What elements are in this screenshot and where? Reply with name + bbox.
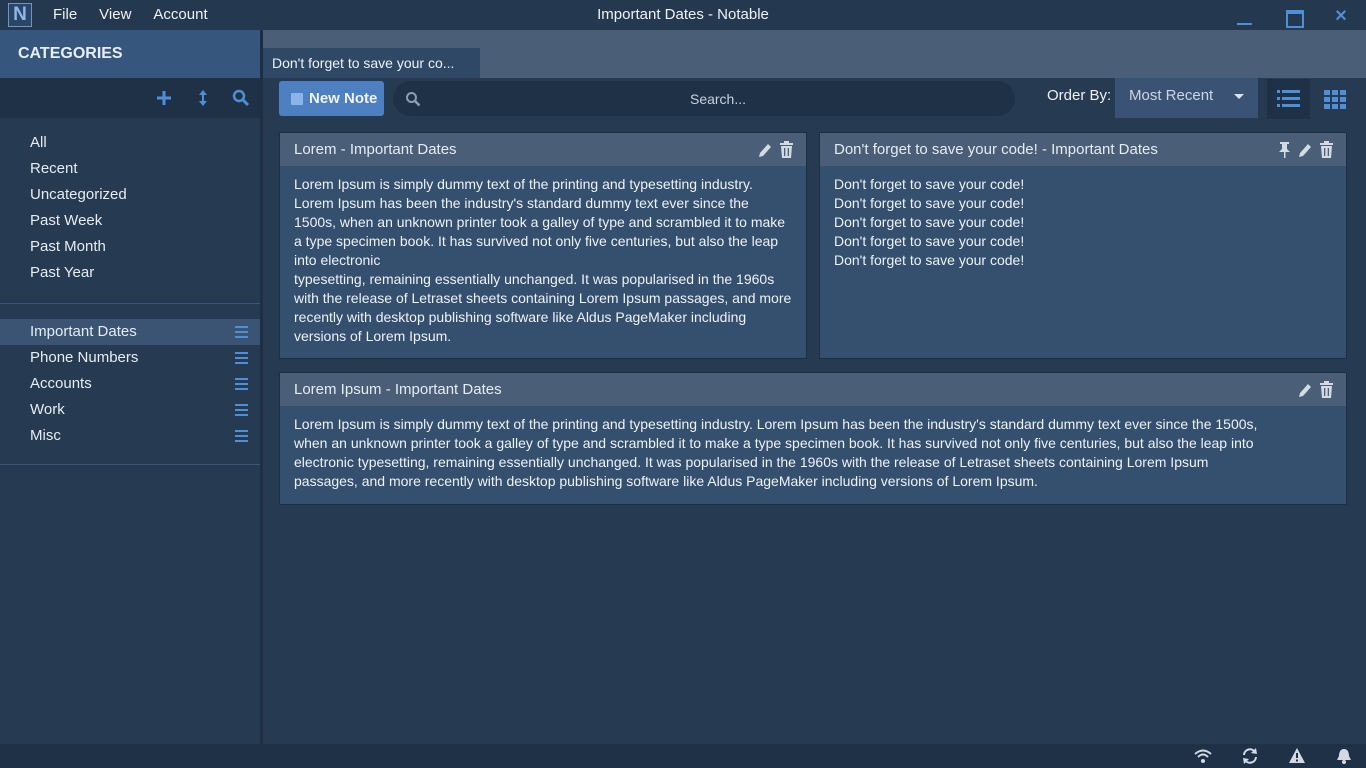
note-header: Lorem - Important Dates (280, 133, 806, 166)
menu-account[interactable]: Account (142, 0, 218, 30)
filter-list: All Recent Uncategorized Past Week Past … (0, 118, 260, 286)
edit-icon[interactable] (1298, 381, 1313, 398)
category-item-accounts[interactable]: Accounts (0, 371, 260, 397)
category-item-important-dates[interactable]: Important Dates (0, 319, 260, 345)
sidebar: CATEGORIES All Recent Uncategorized Past… (0, 30, 260, 744)
order-by-label: Order By: (1047, 87, 1112, 104)
search-icon (405, 91, 421, 112)
filter-past-week[interactable]: Past Week (0, 208, 260, 234)
note-title: Lorem - Important Dates (294, 141, 457, 158)
note-text-line: typesetting, remaining essentially uncha… (294, 271, 792, 344)
new-note-label: New Note (309, 90, 378, 107)
hamburger-icon[interactable] (235, 430, 248, 442)
sort-icon[interactable] (192, 87, 214, 109)
note-text-line: Don't forget to save your code! (834, 252, 1025, 268)
hamburger-icon[interactable] (235, 352, 248, 364)
sync-icon[interactable] (1241, 747, 1259, 765)
note-text-line: Lorem Ipsum is simply dummy text of the … (294, 416, 1258, 489)
tab-strip: Don't forget to save your co... (263, 30, 1366, 78)
category-list: Important Dates Phone Numbers Accounts W… (0, 319, 260, 449)
bell-icon[interactable] (1335, 747, 1353, 765)
note-title: Don't forget to save your code! - Import… (834, 141, 1158, 158)
app-logo: N (8, 3, 32, 27)
sidebar-divider (0, 464, 260, 465)
note-title: Lorem Ipsum - Important Dates (294, 381, 502, 398)
minimize-button[interactable] (1234, 5, 1256, 27)
category-item-phone-numbers[interactable]: Phone Numbers (0, 345, 260, 371)
note-body: Don't forget to save your code! Don't fo… (820, 166, 1346, 279)
caret-down-icon (1234, 94, 1244, 99)
note-body: Lorem Ipsum is simply dummy text of the … (280, 406, 1346, 500)
list-view-icon (1277, 90, 1300, 107)
category-label: Work (30, 401, 65, 418)
wifi-icon[interactable] (1194, 747, 1212, 765)
filter-past-year[interactable]: Past Year (0, 260, 260, 286)
close-button[interactable]: × (1330, 5, 1352, 27)
sidebar-divider (0, 303, 260, 304)
note-header: Lorem Ipsum - Important Dates (280, 373, 1346, 406)
hamburger-icon[interactable] (235, 326, 248, 338)
category-item-misc[interactable]: Misc (0, 423, 260, 449)
filter-all[interactable]: All (0, 130, 260, 156)
note-text-line: Don't forget to save your code! (834, 176, 1025, 192)
order-by-value: Most Recent (1129, 87, 1214, 104)
maximize-button[interactable] (1282, 5, 1304, 28)
menu-bar: File View Account (42, 0, 219, 30)
category-label: Phone Numbers (30, 349, 139, 366)
note-actions (1298, 381, 1334, 398)
filter-uncategorized[interactable]: Uncategorized (0, 182, 260, 208)
edit-icon[interactable] (758, 141, 773, 158)
note-body: Lorem Ipsum is simply dummy text of the … (280, 166, 806, 355)
note-text-line: Don't forget to save your code! (834, 195, 1025, 211)
edit-icon[interactable] (1298, 141, 1313, 158)
tab-note[interactable]: Don't forget to save your co... (263, 48, 480, 78)
trash-icon[interactable] (1319, 381, 1334, 398)
note-text-line: Don't forget to save your code! (834, 233, 1025, 249)
hamburger-icon[interactable] (235, 404, 248, 416)
category-item-work[interactable]: Work (0, 397, 260, 423)
menu-view[interactable]: View (88, 0, 142, 30)
note-actions (1277, 141, 1334, 158)
category-label: Accounts (30, 375, 92, 392)
note-header: Don't forget to save your code! - Import… (820, 133, 1346, 166)
search-input[interactable] (433, 81, 1003, 116)
note-card[interactable]: Don't forget to save your code! - Import… (819, 132, 1347, 359)
sidebar-header: CATEGORIES (0, 30, 260, 78)
note-card[interactable]: Lorem Ipsum - Important Dates Lorem Ipsu… (279, 372, 1347, 505)
new-note-button[interactable]: New Note (279, 81, 384, 116)
list-view-button[interactable] (1267, 79, 1310, 119)
grid-view-button[interactable] (1320, 79, 1350, 119)
note-card[interactable]: Lorem - Important Dates Lorem Ipsum is s… (279, 132, 807, 359)
search-icon[interactable] (230, 87, 252, 109)
grid-view-icon (1324, 90, 1346, 109)
filter-recent[interactable]: Recent (0, 156, 260, 182)
menu-file[interactable]: File (42, 0, 88, 30)
note-actions (758, 141, 794, 158)
title-bar: N File View Account Important Dates - No… (0, 0, 1366, 30)
sidebar-toolbar (0, 78, 260, 118)
filter-past-month[interactable]: Past Month (0, 234, 260, 260)
pin-icon[interactable] (1277, 141, 1292, 158)
add-icon[interactable] (153, 87, 175, 109)
note-text-line: Don't forget to save your code! (834, 214, 1025, 230)
hamburger-icon[interactable] (235, 378, 248, 390)
warning-icon[interactable] (1288, 747, 1306, 765)
trash-icon[interactable] (779, 141, 794, 158)
category-label: Misc (30, 427, 61, 444)
search-box (393, 81, 1015, 116)
notes-toolbar: New Note Order By: Most Recent (263, 78, 1366, 120)
category-label: Important Dates (30, 323, 137, 340)
note-text-line: Lorem Ipsum is simply dummy text of the … (294, 176, 786, 268)
status-bar (0, 744, 1366, 768)
sidebar-resize-handle[interactable] (260, 30, 263, 744)
note-icon (291, 93, 303, 105)
trash-icon[interactable] (1319, 141, 1334, 158)
order-by-select[interactable]: Most Recent (1115, 78, 1258, 118)
